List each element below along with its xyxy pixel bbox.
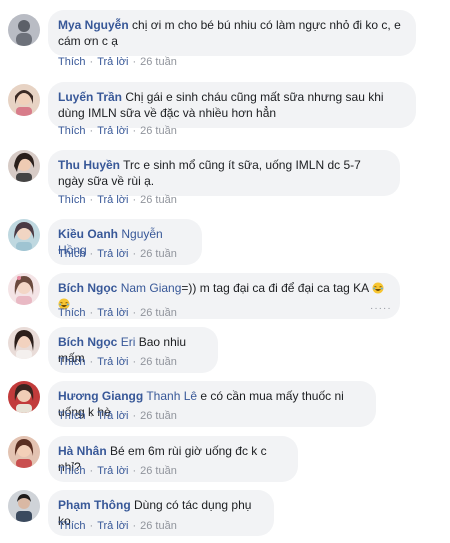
comment-time[interactable]: 26 tuần xyxy=(140,356,177,368)
comment-author[interactable]: Hà Nhân xyxy=(58,444,107,458)
reply-link[interactable]: Trả lời xyxy=(97,56,128,68)
comment-bubble: Mya Nguyễn chị ơi m cho bé bú nhiu có là… xyxy=(48,10,416,56)
reply-link[interactable]: Trả lời xyxy=(97,194,128,206)
like-link[interactable]: Thích xyxy=(58,56,86,68)
comment-actions: Thích · Trả lời · 26 tuần xyxy=(58,248,177,260)
comment-actions: Thích · Trả lời · 26 tuần xyxy=(58,194,177,206)
comment-time[interactable]: 26 tuần xyxy=(140,248,177,260)
comment-time[interactable]: 26 tuần xyxy=(140,465,177,477)
avatar[interactable] xyxy=(8,219,40,251)
comment-author[interactable]: Bích Ngọc xyxy=(58,281,117,295)
comment-author[interactable]: Thu Huyền xyxy=(58,158,120,172)
comment-text: =)) m tag đại ca đi để đại ca tag KA xyxy=(181,281,369,295)
comment-author[interactable]: Bích Ngọc xyxy=(58,335,117,349)
laughing-emoji-icon xyxy=(372,282,384,294)
comment-actions: Thích · Trả lời · 26 tuần xyxy=(58,307,177,319)
comment-time[interactable]: 26 tuần xyxy=(140,56,177,68)
comment-actions: Thích · Trả lời · 26 tuần xyxy=(58,410,177,422)
comment-actions: Thích · Trả lời · 26 tuần xyxy=(58,356,177,368)
avatar[interactable] xyxy=(8,84,40,116)
reply-link[interactable]: Trả lời xyxy=(97,248,128,260)
comment-actions: Thích · Trả lời · 26 tuần xyxy=(58,465,177,477)
avatar[interactable] xyxy=(8,273,40,305)
reply-link[interactable]: Trả lời xyxy=(97,356,128,368)
avatar[interactable] xyxy=(8,436,40,468)
like-link[interactable]: Thích xyxy=(58,194,86,206)
comment-author[interactable]: Luyến Trần xyxy=(58,90,122,104)
comment-time[interactable]: 26 tuần xyxy=(140,410,177,422)
tagged-user[interactable]: Nam Giang xyxy=(121,281,182,295)
comment-author[interactable]: Phạm Thông xyxy=(58,498,131,512)
avatar[interactable] xyxy=(8,14,40,46)
tagged-user[interactable]: Eri xyxy=(121,335,136,349)
comment-time[interactable]: 26 tuần xyxy=(140,520,177,532)
tagged-user[interactable]: Thanh Lê xyxy=(146,389,197,403)
avatar[interactable] xyxy=(8,381,40,413)
like-link[interactable]: Thích xyxy=(58,410,86,422)
like-link[interactable]: Thích xyxy=(58,307,86,319)
reply-link[interactable]: Trả lời xyxy=(97,520,128,532)
comment-author[interactable]: Hương Giangg xyxy=(58,389,143,403)
comment-author[interactable]: Mya Nguyễn xyxy=(58,18,129,32)
comment-bubble: Luyến Trần Chị gái e sinh cháu cũng mất … xyxy=(48,82,416,128)
avatar[interactable] xyxy=(8,490,40,522)
avatar[interactable] xyxy=(8,150,40,182)
comment-time[interactable]: 26 tuần xyxy=(140,307,177,319)
comment-bubble: Thu Huyền Trc e sinh mổ cũng ít sữa, uốn… xyxy=(48,150,400,196)
reply-link[interactable]: Trả lời xyxy=(97,125,128,137)
reply-link[interactable]: Trả lời xyxy=(97,410,128,422)
comment-actions: Thích · Trả lời · 26 tuần xyxy=(58,125,177,137)
like-link[interactable]: Thích xyxy=(58,356,86,368)
like-link[interactable]: Thích xyxy=(58,465,86,477)
comment-author[interactable]: Kiều Oanh xyxy=(58,227,118,241)
comment-time[interactable]: 26 tuần xyxy=(140,125,177,137)
comment-actions: Thích · Trả lời · 26 tuần xyxy=(58,56,177,68)
comment-time[interactable]: 26 tuần xyxy=(140,194,177,206)
reaction-dots: ····· xyxy=(370,303,392,314)
like-link[interactable]: Thích xyxy=(58,125,86,137)
reply-link[interactable]: Trả lời xyxy=(97,307,128,319)
avatar[interactable] xyxy=(8,327,40,359)
comment-actions: Thích · Trả lời · 26 tuần xyxy=(58,520,177,532)
reply-link[interactable]: Trả lời xyxy=(97,465,128,477)
like-link[interactable]: Thích xyxy=(58,248,86,260)
like-link[interactable]: Thích xyxy=(58,520,86,532)
